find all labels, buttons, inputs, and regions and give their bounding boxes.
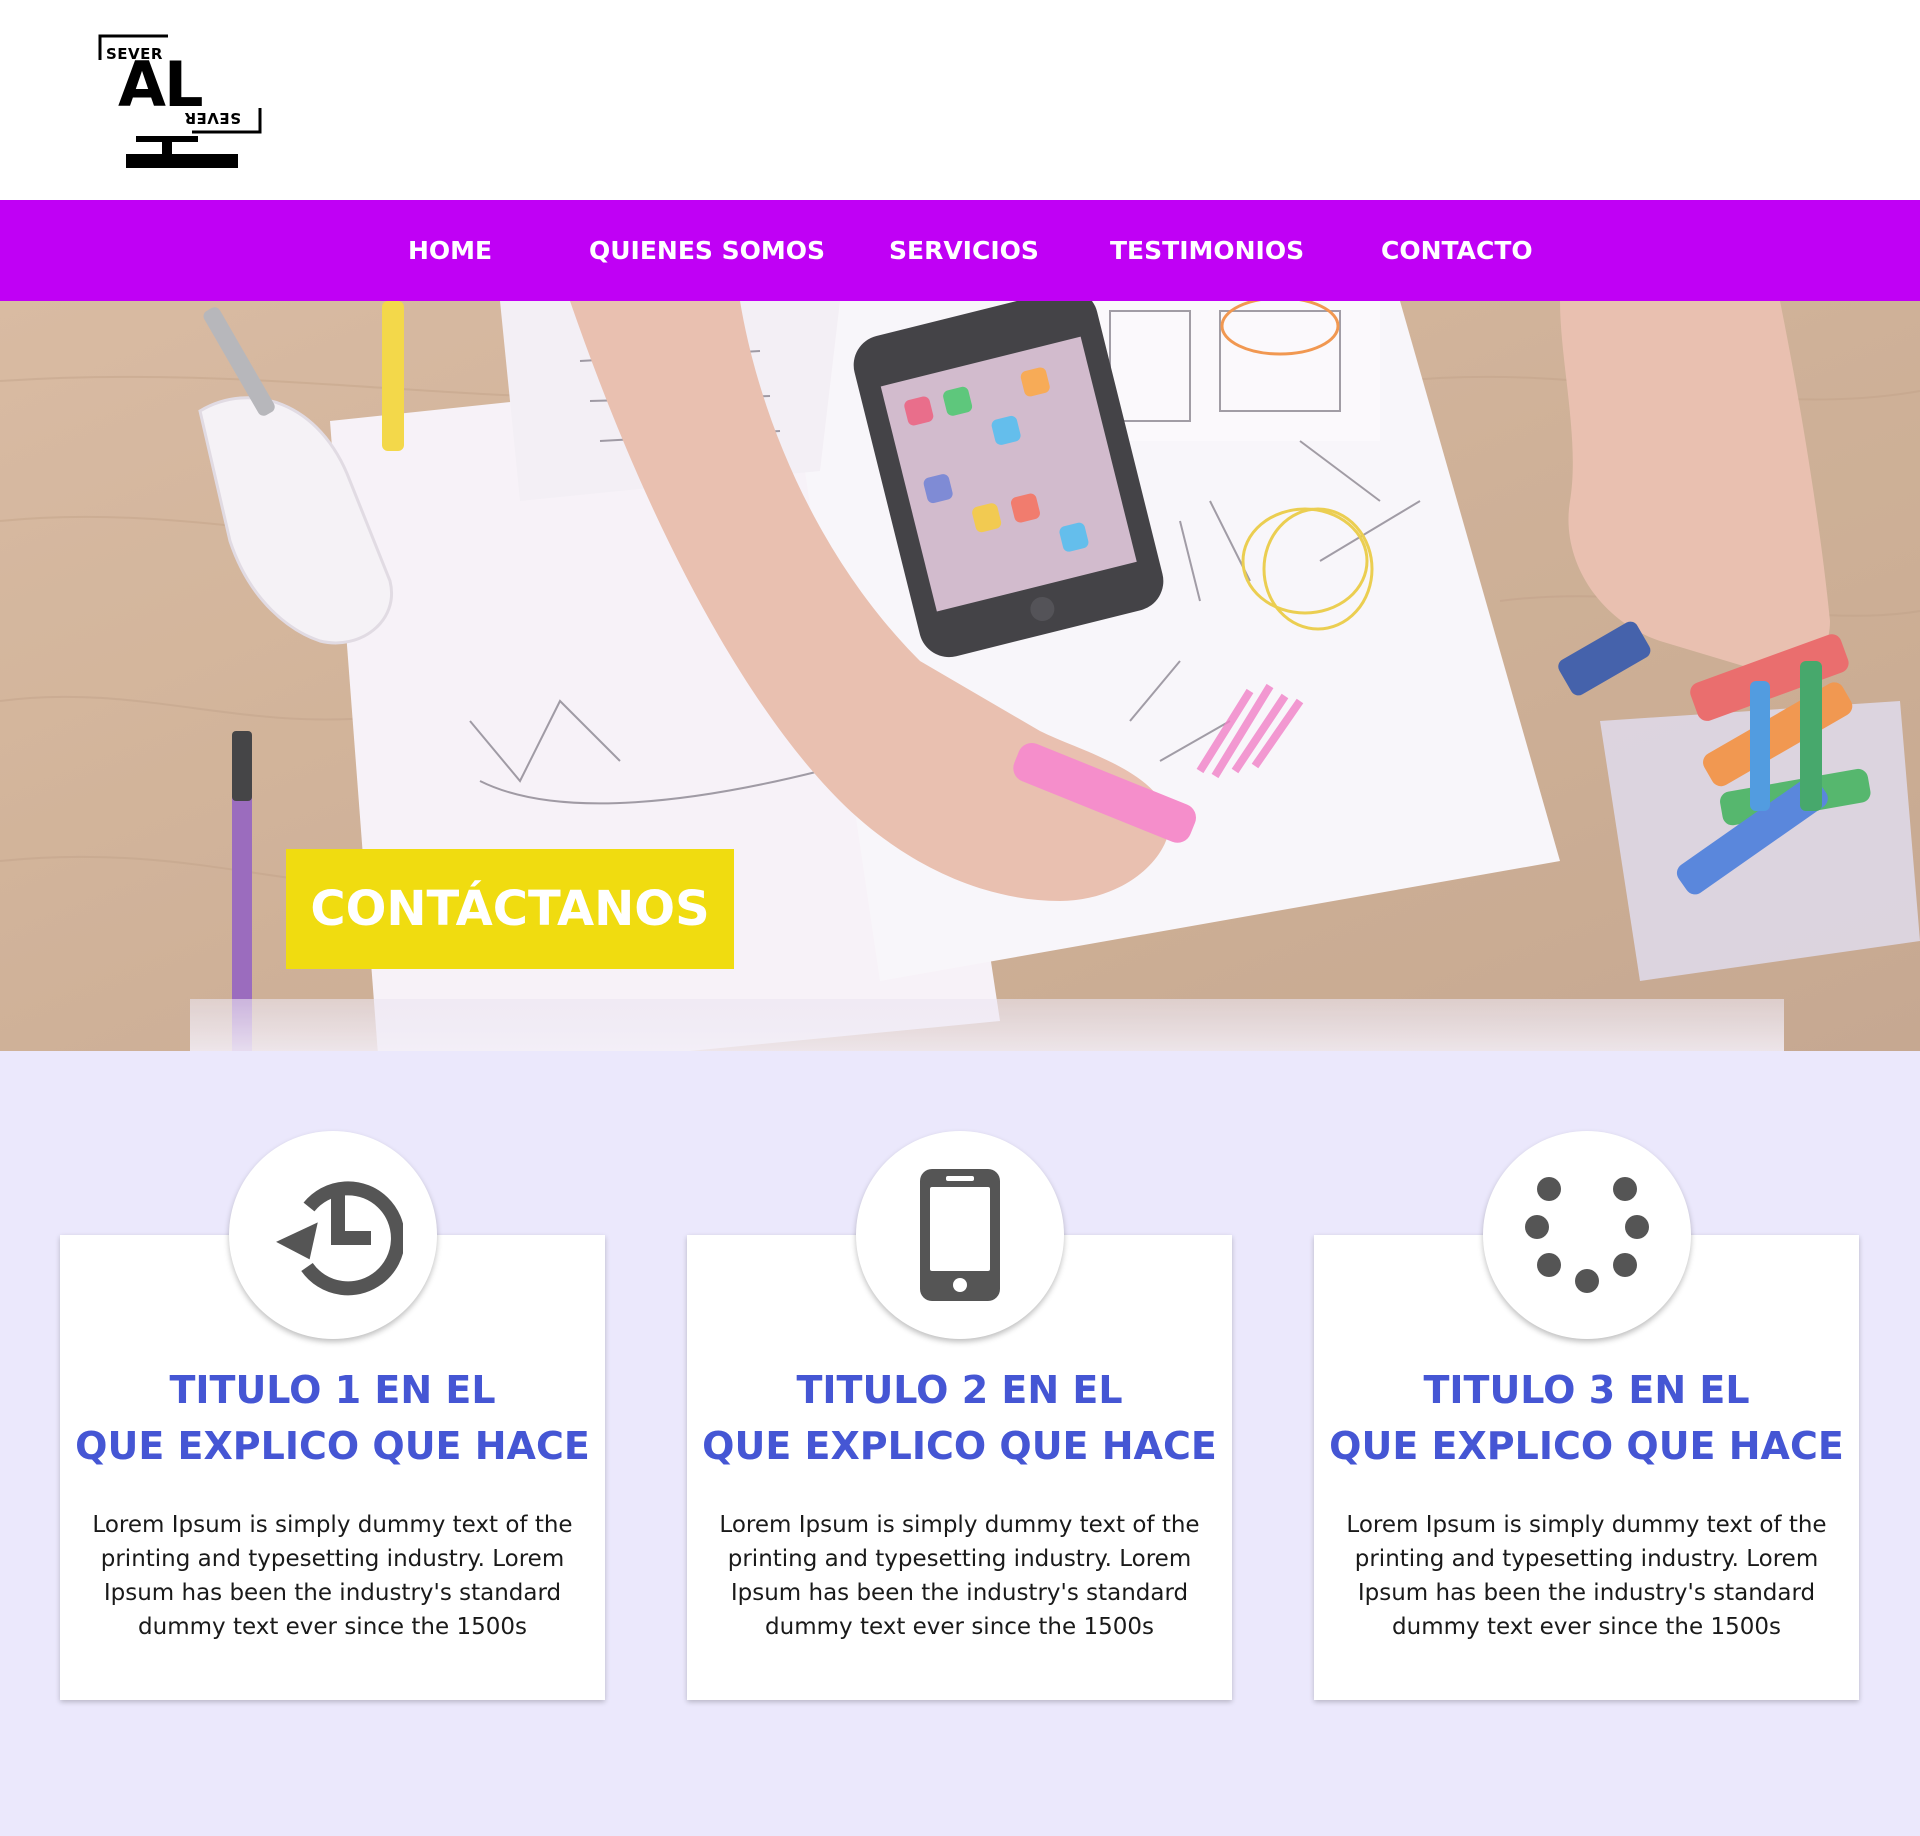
features-section: TITULO 1 EN EL QUE EXPLICO QUE HACE Lore… bbox=[0, 1051, 1920, 1836]
feature-icon-circle bbox=[228, 1131, 437, 1339]
nav-item-servicios[interactable]: SERVICIOS bbox=[889, 200, 1039, 301]
feature-title: TITULO 3 EN EL QUE EXPLICO QUE HACE bbox=[1314, 1362, 1859, 1474]
feature-title-line1: TITULO 1 EN EL bbox=[169, 1368, 496, 1412]
feature-title: TITULO 1 EN EL QUE EXPLICO QUE HACE bbox=[60, 1362, 605, 1474]
feature-card: TITULO 3 EN EL QUE EXPLICO QUE HACE Lore… bbox=[1314, 1131, 1859, 1700]
site-logo[interactable]: SEVER AL SEVER bbox=[96, 32, 266, 177]
feature-title-line1: TITULO 2 EN EL bbox=[796, 1368, 1123, 1412]
feature-card: TITULO 2 EN EL QUE EXPLICO QUE HACE Lore… bbox=[687, 1131, 1232, 1700]
contact-cta-button[interactable]: CONTÁCTANOS bbox=[286, 849, 734, 969]
nav-item-home[interactable]: HOME bbox=[408, 200, 492, 301]
history-icon bbox=[275, 1181, 403, 1296]
feature-title-line2: QUE EXPLICO QUE HACE bbox=[1329, 1424, 1844, 1468]
logo-text-main: AL bbox=[118, 48, 203, 121]
smartphone-icon bbox=[919, 1169, 1000, 1301]
nav-item-quienes-somos[interactable]: QUIENES SOMOS bbox=[589, 200, 825, 301]
feature-title-line2: QUE EXPLICO QUE HACE bbox=[75, 1424, 590, 1468]
logo-text-bottom: SEVER bbox=[184, 109, 241, 127]
nav-item-testimonios[interactable]: TESTIMONIOS bbox=[1110, 200, 1304, 301]
main-nav: HOME QUIENES SOMOS SERVICIOS TESTIMONIOS… bbox=[0, 200, 1920, 301]
feature-title: TITULO 2 EN EL QUE EXPLICO QUE HACE bbox=[687, 1362, 1232, 1474]
nav-item-contacto[interactable]: CONTACTO bbox=[1381, 200, 1533, 301]
loading-dots-icon bbox=[1524, 1177, 1649, 1293]
hero-banner: CONTÁCTANOS bbox=[0, 301, 1920, 1051]
feature-icon-circle bbox=[855, 1131, 1064, 1339]
feature-description: Lorem Ipsum is simply dummy text of the … bbox=[1346, 1512, 1827, 1640]
feature-title-line2: QUE EXPLICO QUE HACE bbox=[702, 1424, 1217, 1468]
feature-card: TITULO 1 EN EL QUE EXPLICO QUE HACE Lore… bbox=[60, 1131, 605, 1700]
feature-description: Lorem Ipsum is simply dummy text of the … bbox=[719, 1512, 1200, 1640]
feature-description: Lorem Ipsum is simply dummy text of the … bbox=[92, 1512, 573, 1640]
site-header: SEVER AL SEVER bbox=[0, 0, 1920, 200]
feature-icon-circle bbox=[1482, 1131, 1691, 1339]
feature-title-line1: TITULO 3 EN EL bbox=[1423, 1368, 1750, 1412]
